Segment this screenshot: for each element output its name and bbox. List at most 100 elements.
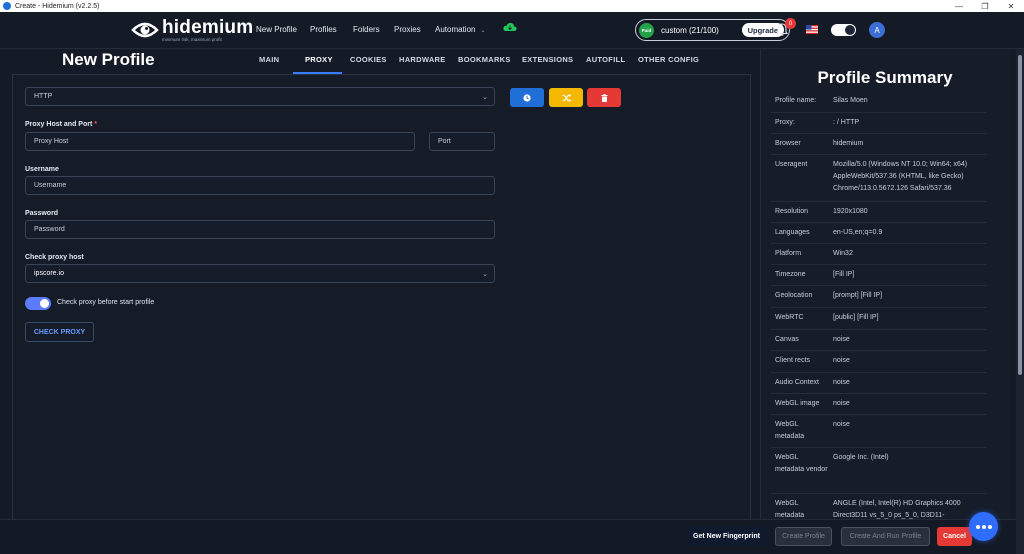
summary-row: WebRTC [public] [Fill IP] (771, 308, 987, 330)
summary-key: Browser (775, 140, 801, 147)
app-icon (3, 2, 11, 10)
summary-key: WebGL metadata vendor (775, 454, 828, 473)
summary-value: noise (833, 400, 850, 407)
summary-value: Google Inc. (Intel) (833, 454, 889, 461)
username-input[interactable]: Username (25, 176, 495, 195)
tab-proxy[interactable]: PROXY (305, 55, 333, 64)
random-proxy-button[interactable] (549, 88, 583, 107)
dot-icon (987, 524, 992, 529)
summary-row: Proxy: : / HTTP (771, 113, 987, 134)
summary-key: WebRTC (775, 314, 804, 321)
nav-proxies[interactable]: Proxies (394, 25, 421, 34)
summary-value: noise (833, 421, 850, 428)
summary-key: Client rects (775, 357, 811, 364)
summary-row: WebGL metadata noise (771, 415, 987, 448)
user-avatar[interactable]: A (869, 22, 885, 38)
check-proxy-host-label: Check proxy host (25, 254, 84, 261)
create-profile-button[interactable]: Create Profile (775, 527, 832, 546)
clock-icon (523, 93, 531, 102)
summary-key: WebGL metadata (775, 421, 805, 440)
nav-new-profile[interactable]: New Profile (256, 25, 297, 34)
proxy-history-button[interactable] (510, 88, 544, 107)
nav-automation[interactable]: Automation ⌄ (435, 25, 486, 34)
summary-scrollbar[interactable] (1016, 49, 1024, 554)
summary-value: ANGLE (Intel, Intel(R) HD Graphics 4000 … (833, 500, 961, 519)
get-new-fingerprint-button[interactable]: Get New Fingerprint (687, 527, 766, 546)
tab-hardware[interactable]: HARDWARE (399, 55, 446, 64)
profile-summary-title: Profile Summary (817, 68, 953, 87)
page-title: New Profile (62, 50, 155, 69)
summary-row: Profile name: Silas Moen (771, 91, 987, 113)
summary-row: WebGL image noise (771, 394, 987, 415)
cancel-button[interactable]: Cancel (937, 527, 972, 546)
chevron-down-icon: ⌄ (480, 28, 486, 34)
check-proxy-button[interactable]: CHECK PROXY (25, 322, 94, 342)
summary-value: en-US,en;q=0.9 (833, 229, 883, 236)
notification-badge: 0 (785, 18, 796, 29)
summary-key: Proxy: (775, 119, 795, 126)
username-label: Username (25, 166, 59, 173)
summary-row: Useragent Mozilla/5.0 (Windows NT 10.0; W… (771, 155, 987, 202)
scrollbar-thumb[interactable] (1018, 55, 1022, 375)
summary-value: Win32 (833, 250, 853, 257)
proxy-port-input[interactable]: Port (429, 132, 495, 151)
summary-value: [prompt] [Fill IP] (833, 292, 883, 299)
tab-bookmarks[interactable]: BOOKMARKS (458, 55, 511, 64)
summary-value: noise (833, 379, 850, 386)
proxy-type-select[interactable]: HTTP ⌄ (25, 87, 495, 106)
summary-value: noise (833, 357, 850, 364)
tab-main[interactable]: MAIN (259, 55, 279, 64)
nav-folders[interactable]: Folders (353, 25, 380, 34)
summary-row: Timezone [Fill IP] (771, 265, 987, 286)
summary-key: Resolution (775, 208, 809, 215)
tab-cookies[interactable]: COOKIES (350, 55, 387, 64)
delete-proxy-button[interactable] (587, 88, 621, 107)
chevron-down-icon: ⌄ (482, 271, 488, 278)
summary-row: WebGL metadata ANGLE (Intel, Intel(R) HD … (771, 494, 987, 519)
tab-other-config[interactable]: OTHER CONFIG (638, 55, 699, 64)
brand-name: hidemium (162, 17, 254, 38)
summary-row: Client rects noise (771, 351, 987, 373)
maximize-button[interactable]: ❐ (972, 0, 998, 12)
summary-value: Mozilla/5.0 (Windows NT 10.0; Win64; x64… (833, 161, 968, 192)
summary-row: Resolution 1920x1080 (771, 202, 987, 223)
minimize-button[interactable]: — (946, 0, 972, 12)
nav-profiles[interactable]: Profiles (310, 25, 337, 34)
top-navbar: hidemium minimum risk, maximum profit Ne… (0, 12, 1024, 49)
chat-bubble-button[interactable] (969, 512, 998, 541)
shuffle-icon (562, 93, 571, 102)
summary-key: Languages (775, 229, 810, 236)
summary-row: Browser hidemium (771, 134, 987, 155)
us-flag-icon[interactable] (806, 25, 818, 34)
create-and-run-profile-button[interactable]: Create And Run Profile (841, 527, 930, 546)
check-proxy-host-select[interactable]: ipscore.io ⌄ (25, 264, 495, 283)
plan-usage: custom (21/100) (661, 25, 719, 35)
check-before-start-toggle[interactable] (25, 297, 51, 310)
summary-key: Audio Context (775, 379, 819, 386)
paid-badge: Paid (639, 22, 654, 38)
close-window-button[interactable]: ✕ (998, 0, 1024, 12)
summary-row: Audio Context noise (771, 373, 987, 394)
password-label: Password (25, 210, 59, 217)
summary-value: : / HTTP (833, 119, 860, 126)
summary-row: Geolocation [prompt] [Fill IP] (771, 286, 987, 308)
tab-extensions[interactable]: EXTENSIONS (522, 55, 573, 64)
eye-logo-icon (131, 22, 159, 38)
moon-icon (845, 25, 855, 35)
theme-toggle[interactable] (831, 24, 856, 36)
summary-key: Canvas (775, 336, 799, 343)
proxy-host-input[interactable]: Proxy Host (25, 132, 415, 151)
dot-icon (975, 524, 980, 529)
chevron-down-icon: ⌄ (482, 94, 488, 101)
toggle-knob (40, 299, 49, 308)
password-input[interactable]: Password (25, 220, 495, 239)
summary-value: 1920x1080 (833, 208, 868, 215)
hidemium-logo[interactable]: hidemium minimum risk, maximum profit (131, 17, 253, 43)
required-mark: * (94, 121, 98, 128)
proxy-host-label: Proxy Host and Port * (25, 121, 97, 128)
tab-autofill[interactable]: AUTOFILL (586, 55, 625, 64)
summary-key: Useragent (775, 161, 808, 168)
summary-row: Canvas noise (771, 330, 987, 351)
cloud-sync-icon[interactable] (503, 22, 517, 32)
summary-value: Silas Moen (833, 97, 868, 104)
